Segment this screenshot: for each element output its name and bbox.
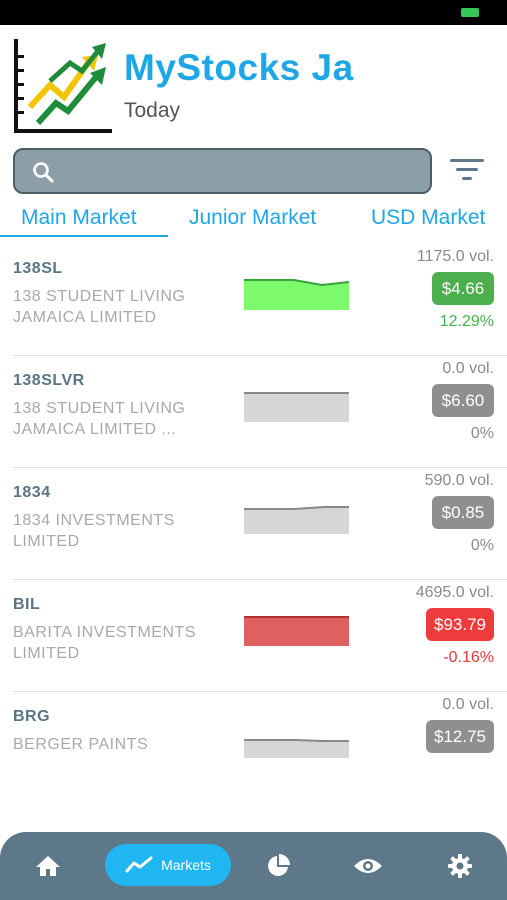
sparkline <box>244 506 349 534</box>
stock-company-name: BERGER PAINTS <box>13 736 149 753</box>
sparkline <box>244 279 349 310</box>
stock-row[interactable]: BIL BARITA INVESTMENTS LIMITED 4695.0 vo… <box>13 580 507 692</box>
status-bar <box>0 0 507 25</box>
stock-symbol: BRG <box>13 708 51 725</box>
stock-row[interactable]: 138SL 138 STUDENT LIVING JAMAICA LIMITED… <box>13 244 507 356</box>
stock-change-percent: 0% <box>470 425 494 442</box>
stock-symbol: 138SL <box>13 260 63 277</box>
stock-price-badge: $12.75 <box>426 720 494 753</box>
stock-price-badge: $93.79 <box>426 608 494 641</box>
active-tab-indicator <box>0 235 168 237</box>
chart-line-icon <box>125 856 153 873</box>
stock-price-badge: $4.66 <box>432 272 494 305</box>
stock-change-percent: 0% <box>470 537 494 554</box>
tab-usd-market[interactable]: USD Market <box>371 206 485 230</box>
stock-list: 138SL 138 STUDENT LIVING JAMAICA LIMITED… <box>0 244 507 803</box>
search-icon <box>33 162 54 183</box>
app-title: MyStocks Ja <box>124 47 354 88</box>
stock-company-name: BARITA INVESTMENTS LIMITED <box>13 624 196 662</box>
gear-icon <box>448 854 472 878</box>
sparkline <box>244 739 349 758</box>
app-header: MyStocks Ja Today <box>0 25 507 145</box>
stock-company-name: 138 STUDENT LIVING JAMAICA LIMITED ... <box>13 400 186 438</box>
stock-volume: 1175.0 vol. <box>416 248 494 265</box>
stock-change-percent: -0.16% <box>443 649 494 666</box>
stock-price-badge: $0.85 <box>432 496 494 529</box>
stock-row[interactable]: BRG BERGER PAINTS 0.0 vol. $12.75 <box>13 692 507 803</box>
stock-symbol: 1834 <box>13 484 51 501</box>
stock-company-name: 1834 INVESTMENTS LIMITED <box>13 512 175 550</box>
stock-row[interactable]: 138SLVR 138 STUDENT LIVING JAMAICA LIMIT… <box>13 356 507 468</box>
tab-main-market[interactable]: Main Market <box>21 206 137 230</box>
home-icon <box>36 856 60 876</box>
search-bar[interactable] <box>13 148 432 194</box>
stock-change-percent: 12.29% <box>439 313 494 330</box>
sparkline <box>244 616 349 646</box>
stock-symbol: BIL <box>13 596 41 613</box>
app-subtitle: Today <box>124 99 181 122</box>
nav-watchlist[interactable] <box>338 832 398 900</box>
battery-icon <box>461 8 479 17</box>
app-logo <box>14 39 112 133</box>
market-tabs: Main Market Junior Market USD Market <box>0 200 507 240</box>
pie-chart-icon <box>268 854 290 876</box>
stock-symbol: 138SLVR <box>13 372 85 389</box>
nav-settings[interactable] <box>430 832 490 900</box>
bottom-navigation: Markets <box>0 832 507 900</box>
filter-icon[interactable] <box>448 156 486 184</box>
stock-volume: 4695.0 vol. <box>415 584 494 601</box>
nav-home[interactable] <box>18 832 78 900</box>
stock-volume: 590.0 vol. <box>424 472 494 489</box>
stock-row[interactable]: 1834 1834 INVESTMENTS LIMITED 590.0 vol.… <box>13 468 507 580</box>
sparkline <box>244 392 349 422</box>
search-input[interactable] <box>67 156 421 188</box>
eye-icon <box>354 859 382 873</box>
nav-markets-label: Markets <box>161 857 211 873</box>
stock-price-badge: $6.60 <box>432 384 494 417</box>
nav-portfolio[interactable] <box>248 832 308 900</box>
stock-volume: 0.0 vol. <box>442 360 494 377</box>
nav-markets[interactable]: Markets <box>105 844 231 886</box>
tab-junior-market[interactable]: Junior Market <box>189 206 316 230</box>
stock-company-name: 138 STUDENT LIVING JAMAICA LIMITED <box>13 288 186 326</box>
stock-volume: 0.0 vol. <box>442 696 494 713</box>
